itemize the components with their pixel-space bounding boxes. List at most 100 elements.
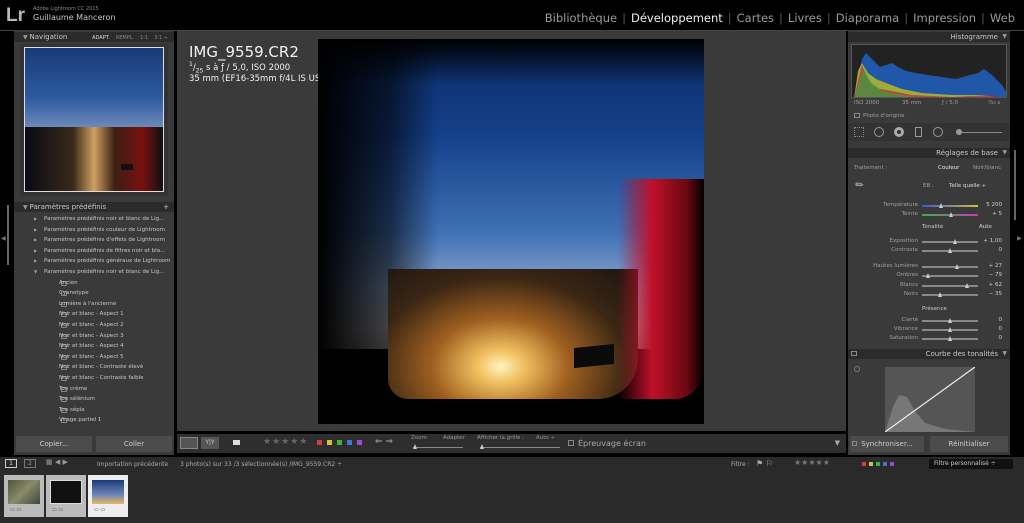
module-5[interactable]: Impression bbox=[908, 11, 981, 25]
zoom-slider[interactable] bbox=[413, 444, 463, 449]
preset-item[interactable]: Lumière à l'ancienne bbox=[14, 299, 174, 310]
thumbnail-2[interactable] bbox=[50, 480, 82, 504]
color-label-0[interactable] bbox=[317, 440, 322, 445]
flag-icon[interactable] bbox=[233, 440, 240, 445]
vibrance-value[interactable]: 0 bbox=[978, 326, 1003, 332]
folder-triangle-icon[interactable]: ▶ bbox=[34, 235, 37, 246]
add-preset-icon[interactable]: + bbox=[163, 202, 169, 212]
clarity-value[interactable]: 0 bbox=[978, 317, 1003, 323]
filter-yellow[interactable] bbox=[869, 462, 873, 466]
blacks-slider[interactable] bbox=[922, 292, 978, 297]
tone-auto[interactable]: Auto bbox=[979, 224, 992, 230]
folder-triangle-icon[interactable]: ▶ bbox=[34, 225, 37, 236]
color-label-1[interactable] bbox=[327, 440, 332, 445]
curve-adjust-icon[interactable] bbox=[854, 366, 860, 372]
preset-item[interactable]: Noir et blanc - Contraste faible bbox=[14, 373, 174, 384]
zoom-slider-knob[interactable] bbox=[413, 444, 417, 449]
vibrance-slider-knob[interactable] bbox=[947, 327, 952, 332]
presets-header[interactable]: ▼ Paramètres prédéfinis + bbox=[14, 202, 174, 212]
panel-switch-icon[interactable] bbox=[851, 351, 857, 356]
navigator-header[interactable]: ▼ Navigation ADAPT. REMPL. 1:1 3:1 ÷ bbox=[14, 32, 174, 42]
right-expand-icon[interactable]: ▶ bbox=[1017, 235, 1022, 242]
module-3[interactable]: Livres bbox=[783, 11, 827, 25]
left-panel-scrollbar[interactable] bbox=[7, 205, 9, 265]
before-after-button[interactable]: Y|Y bbox=[201, 437, 219, 449]
preset-item[interactable]: Noir et blanc - Aspect 4 bbox=[14, 341, 174, 352]
module-1[interactable]: Développement bbox=[626, 11, 728, 25]
tint-value[interactable]: + 5 bbox=[978, 211, 1002, 217]
whites-value[interactable]: + 62 bbox=[978, 282, 1002, 288]
prev-next-arrows[interactable]: ⇐ ⇒ bbox=[375, 437, 393, 447]
module-2[interactable]: Cartes bbox=[732, 11, 779, 25]
color-label-2[interactable] bbox=[337, 440, 342, 445]
film-cell-1[interactable]: ▭ ▭ bbox=[4, 475, 44, 517]
right-panel-scrollbar[interactable] bbox=[1014, 150, 1016, 220]
exposure-slider[interactable] bbox=[922, 239, 978, 244]
thumbnail-1[interactable] bbox=[8, 480, 40, 504]
navigator-thumbnail[interactable] bbox=[24, 47, 164, 192]
preset-folder[interactable]: ▶ Paramètres prédéfinis de filtres noir e… bbox=[14, 246, 174, 257]
preset-item[interactable]: Cyanotype bbox=[14, 288, 174, 299]
shadows-slider-knob[interactable] bbox=[925, 273, 930, 278]
blacks-slider-knob[interactable] bbox=[937, 292, 942, 297]
star-rating[interactable]: ★★★★★ bbox=[263, 437, 308, 447]
navigator-mode-1[interactable]: REMPL. bbox=[116, 33, 134, 43]
navigator-mode-2[interactable]: 1:1 bbox=[140, 33, 148, 43]
module-0[interactable]: Bibliothèque bbox=[540, 11, 622, 25]
identity-plate[interactable]: Guillaume Manceron bbox=[33, 13, 115, 22]
left-expand-icon[interactable]: ◀ bbox=[1, 235, 6, 242]
module-6[interactable]: Web bbox=[985, 11, 1020, 25]
film-cell-2[interactable]: ▭ ▭ bbox=[46, 475, 86, 517]
preset-item[interactable]: Virage partiel 1 bbox=[14, 415, 174, 426]
paste-button[interactable]: Coller bbox=[96, 436, 172, 452]
source-label[interactable]: Importation précédente bbox=[97, 461, 168, 468]
contrast-slider[interactable] bbox=[922, 248, 978, 253]
color-label-4[interactable] bbox=[357, 440, 362, 445]
folder-triangle-icon[interactable]: ▶ bbox=[34, 246, 37, 257]
custom-filter-select[interactable]: Filtre personnalisé ÷ bbox=[929, 459, 1013, 469]
sync-button[interactable]: Synchroniser... bbox=[850, 436, 924, 452]
tint-slider[interactable] bbox=[922, 212, 978, 217]
auto-sync-toggle[interactable] bbox=[852, 441, 857, 446]
preset-item[interactable]: Noir et blanc - Contraste élevé bbox=[14, 362, 174, 373]
shadows-slider[interactable] bbox=[922, 273, 978, 278]
preset-folder[interactable]: ▼ Paramètres prédéfinis noir et blanc de … bbox=[14, 267, 174, 278]
reset-button[interactable]: Réinitialiser bbox=[930, 436, 1008, 452]
preset-folder[interactable]: ▶ Paramètres prédéfinis couleur de Lightr… bbox=[14, 225, 174, 236]
photo-count[interactable]: 3 photo(s) sur 33 /3 sélectionnée(s) /IM… bbox=[180, 461, 342, 468]
preset-item[interactable]: Ton crème bbox=[14, 384, 174, 395]
color-label-3[interactable] bbox=[347, 440, 352, 445]
blacks-value[interactable]: − 35 bbox=[978, 291, 1002, 297]
folder-triangle-icon[interactable]: ▶ bbox=[34, 214, 37, 225]
folder-triangle-icon[interactable]: ▼ bbox=[34, 267, 37, 278]
contrast-value[interactable]: 0 bbox=[978, 247, 1003, 253]
preset-folder[interactable]: ▶ Paramètres prédéfinis d'effets de Light… bbox=[14, 235, 174, 246]
tone-curve-header[interactable]: Courbe des tonalités ▼ bbox=[848, 349, 1010, 359]
grid-icon[interactable]: ▦ ◀ ▶ bbox=[46, 458, 68, 466]
grid-slider-knob[interactable] bbox=[480, 444, 484, 449]
saturation-slider-knob[interactable] bbox=[947, 336, 952, 341]
vibrance-slider[interactable] bbox=[922, 327, 978, 332]
exposure-slider-knob[interactable] bbox=[953, 239, 958, 244]
main-window-button[interactable]: 1 bbox=[5, 459, 17, 468]
clarity-slider-knob[interactable] bbox=[947, 318, 952, 323]
highlights-slider[interactable] bbox=[922, 264, 978, 269]
filter-purple[interactable] bbox=[890, 462, 894, 466]
tint-slider-knob[interactable] bbox=[948, 212, 953, 217]
filter-green[interactable] bbox=[876, 462, 880, 466]
highlights-slider-knob[interactable] bbox=[955, 264, 960, 269]
preset-item[interactable]: Ancien bbox=[14, 278, 174, 289]
temp-slider[interactable] bbox=[922, 203, 978, 208]
exposure-value[interactable]: + 1,00 bbox=[978, 238, 1002, 244]
whites-slider-knob[interactable] bbox=[964, 283, 969, 288]
saturation-value[interactable]: 0 bbox=[978, 335, 1003, 341]
filter-color-labels[interactable] bbox=[862, 462, 894, 466]
temp-slider-knob[interactable] bbox=[939, 203, 944, 208]
preset-item[interactable]: Ton sépia bbox=[14, 405, 174, 416]
folder-triangle-icon[interactable]: ▶ bbox=[34, 256, 37, 267]
preset-folder[interactable]: ▶ Paramètres prédéfinis noir et blanc de … bbox=[14, 214, 174, 225]
main-photo[interactable] bbox=[318, 39, 704, 424]
contrast-slider-knob[interactable] bbox=[947, 248, 952, 253]
module-4[interactable]: Diaporama bbox=[831, 11, 904, 25]
whites-slider[interactable] bbox=[922, 283, 978, 288]
